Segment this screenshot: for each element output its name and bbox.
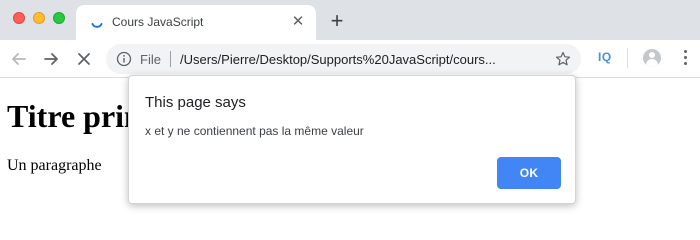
arrow-right-icon xyxy=(44,53,58,65)
window-minimize-button[interactable] xyxy=(33,12,45,24)
browser-toolbar: File /Users/Pierre/Desktop/Supports%20Ja… xyxy=(0,40,700,78)
url-scheme-label: File xyxy=(140,52,161,67)
tab-title: Cours JavaScript xyxy=(112,15,204,29)
info-icon[interactable] xyxy=(116,51,132,67)
alert-dialog: This page says x et y ne contiennent pas… xyxy=(128,75,576,204)
back-button[interactable] xyxy=(9,49,29,69)
window-maximize-button[interactable] xyxy=(53,12,65,24)
browser-tab[interactable]: Cours JavaScript ✕ xyxy=(76,5,316,40)
address-bar[interactable]: File /Users/Pierre/Desktop/Supports%20Ja… xyxy=(106,44,581,74)
loading-spinner-icon xyxy=(91,23,103,28)
avatar-body xyxy=(646,59,658,67)
page-paragraph: Un paragraphe xyxy=(7,157,102,174)
new-tab-button[interactable]: + xyxy=(326,10,348,32)
extension-iq-icon[interactable]: IQ xyxy=(598,50,612,64)
more-menu-icon[interactable] xyxy=(684,50,688,66)
stop-loading-icon xyxy=(78,53,90,65)
tab-strip: Cours JavaScript ✕ + xyxy=(0,0,700,40)
arrow-left-icon xyxy=(12,53,26,65)
tab-close-icon[interactable]: ✕ xyxy=(290,14,306,30)
ok-button[interactable]: OK xyxy=(497,157,561,189)
avatar-head xyxy=(649,52,655,58)
star-icon[interactable] xyxy=(555,51,571,67)
forward-button[interactable] xyxy=(41,49,61,69)
stop-button[interactable] xyxy=(74,49,94,69)
url-text[interactable]: /Users/Pierre/Desktop/Supports%20JavaScr… xyxy=(180,52,545,67)
dialog-title: This page says xyxy=(145,94,246,111)
dialog-message: x et y ne contiennent pas la même valeur xyxy=(145,124,364,138)
toolbar-divider xyxy=(627,48,628,68)
window-close-button[interactable] xyxy=(13,12,25,24)
omnibox-divider xyxy=(170,51,171,67)
profile-avatar[interactable] xyxy=(643,49,661,67)
